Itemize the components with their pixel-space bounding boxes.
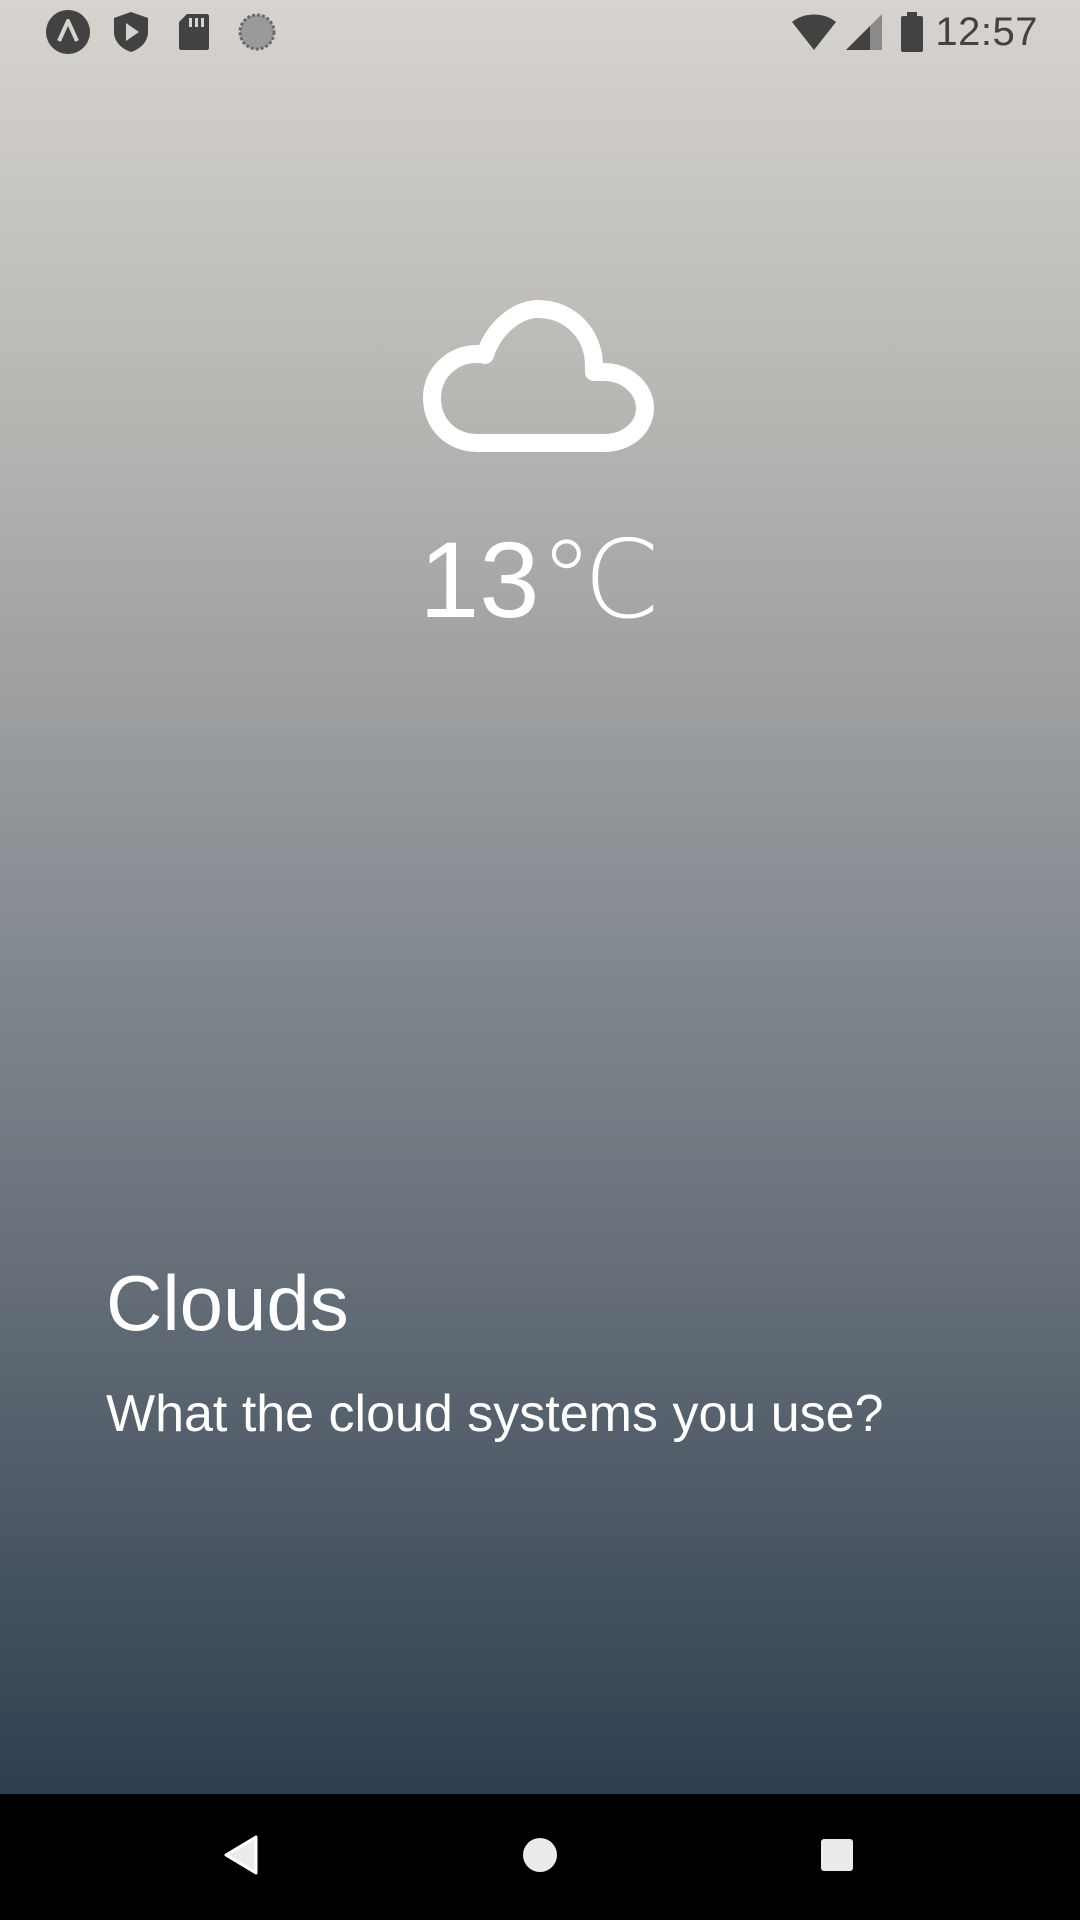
back-icon [222,1834,262,1881]
sync-circle-icon [233,8,281,56]
home-button[interactable] [500,1817,580,1897]
home-icon [520,1835,560,1880]
question-text: What the cloud systems you use? [106,1385,884,1443]
page-title: Clouds [106,1259,349,1347]
app-logo-icon [44,8,92,56]
cell-signal-icon [840,8,888,56]
temperature-value: 13℃ [419,519,661,640]
cloud-icon [422,300,658,460]
status-bar: 12:57 [0,0,1080,63]
navigation-bar [0,1794,1080,1920]
status-time: 12:57 [935,10,1038,54]
sd-card-icon [170,8,218,56]
app-screen: 12:57 13℃ Clouds What the cloud systems … [0,0,1080,1794]
back-button[interactable] [202,1817,282,1897]
battery-icon [888,8,936,56]
wifi-icon [790,8,838,56]
recents-button[interactable] [797,1817,877,1897]
recents-icon [819,1837,855,1878]
shield-play-icon [107,8,155,56]
